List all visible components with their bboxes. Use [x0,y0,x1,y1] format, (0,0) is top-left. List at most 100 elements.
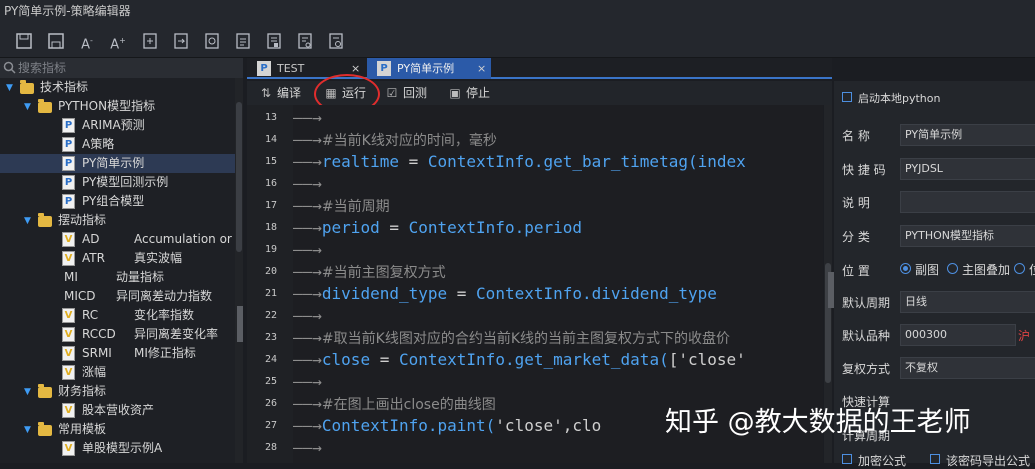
tree-folder[interactable]: ▼ 常用模板 [0,420,235,439]
font-decrease-icon[interactable]: A- [77,31,97,52]
name-field[interactable]: PY简单示例 [900,124,1035,146]
save-icon[interactable] [14,31,34,51]
tree-item[interactable]: V ATR 真实波幅 [0,249,235,268]
chevron-down-icon[interactable]: ▼ [24,387,34,397]
formula-file-icon: V [62,441,75,456]
search-field[interactable]: 搜索指标 [0,58,243,78]
code-token: dividend_type [321,284,448,303]
code-line[interactable]: ——→ [293,305,322,327]
code-token: = [398,152,428,171]
tree-item-label: MICD [64,289,96,303]
backtest-label: 回测 [403,86,428,100]
chevron-down-icon[interactable]: ▼ [24,102,34,112]
formula-file-icon: V [62,251,75,266]
tree-item[interactable]: P A策略 [0,135,235,154]
code-line[interactable]: ——→realtime = ContextInfo.get_bar_timeta… [293,151,746,173]
chevron-down-icon[interactable]: ▼ [24,216,34,226]
formula-file-icon: V [62,308,75,323]
import-icon[interactable] [140,31,160,51]
tree-folder[interactable]: ▼ 摆动指标 [0,211,235,230]
position-subchart-radio[interactable] [900,263,911,274]
code-line[interactable]: ——→ [293,437,322,459]
refresh-icon[interactable] [202,31,222,51]
adjust-label: 复权方式 [842,362,891,376]
tree-item[interactable]: V RCCD 异同离差变化率 [0,325,235,344]
code-line[interactable]: ——→ [293,107,322,129]
local-python-checkbox[interactable] [842,92,852,102]
code-line[interactable]: ——→close = ContextInfo.get_market_data([… [293,349,746,371]
tree-folder[interactable]: ▼ PYTHON模型指标 [0,97,235,116]
position-other-radio[interactable] [1014,263,1025,274]
sidebar-scrollbar[interactable] [235,78,243,463]
position-overlay-radio[interactable] [947,263,958,274]
tree-folder[interactable]: ▼ 财务指标 [0,382,235,401]
tree-folder[interactable]: ▼ 技术指标 [0,78,235,97]
tree-item-description: 异同离差变化率 [134,327,219,341]
tree-item-description: 真实波幅 [134,251,183,265]
font-increase-icon[interactable]: A+ [108,31,128,52]
tree-item[interactable]: V SRMI MI修正指标 [0,344,235,363]
save-as-icon[interactable] [46,31,66,51]
document-icon[interactable] [233,31,253,51]
line-number: 21 [264,288,277,299]
code-line[interactable]: ——→#当前主图复权方式 [293,261,446,283]
code-line[interactable]: ——→period = ContextInfo.period [293,217,582,239]
tree-item[interactable]: V RC 变化率指数 [0,306,235,325]
adjust-field[interactable]: 不复权 [900,357,1035,379]
close-icon[interactable]: × [477,58,486,79]
tree-item[interactable]: P PY组合模型 [0,192,235,211]
sidebar-scroll-thumb[interactable] [236,102,242,252]
tab-py-simple-example[interactable]: P PY简单示例 × [367,58,491,79]
code-line[interactable]: ——→ [293,173,322,195]
import-formula-label: 该密码导出公式 [946,454,1031,468]
tab-indent-arrow: ——→ [293,416,322,435]
tree-item[interactable]: V AD Accumulation or [0,230,235,249]
document3-icon[interactable] [295,31,315,51]
default-symbol-label: 默认品种 [842,329,891,343]
tree-item[interactable]: P PY简单示例 [0,154,235,173]
tree-item[interactable]: V 涨幅 [0,363,235,382]
compile-label: 编译 [277,86,302,100]
tree-item[interactable]: P ARIMA预测 [0,116,235,135]
category-field[interactable]: PYTHON模型指标 [900,225,1035,247]
code-token: 'close' [495,416,563,435]
tab-indent-arrow: ——→ [293,240,322,259]
chevron-down-icon[interactable]: ▼ [24,425,34,435]
description-field[interactable] [900,191,1035,213]
code-token: ContextInfo.period [408,218,582,237]
stop-button[interactable]: ▣ 停止 [446,84,490,102]
code-line[interactable]: ——→dividend_type = ContextInfo.dividend_… [293,283,717,305]
tree-item[interactable]: MICD 异同离差动力指数 [0,287,235,306]
indicator-tree: ▼ 技术指标 ▼ PYTHON模型指标 P ARIMA预测 P A策略 P PY简单示例 P PY模型… [0,78,235,463]
tab-label: TEST [277,62,305,75]
code-comment: #当前K线对应的时间，毫秒 [321,133,497,149]
tab-indent-arrow: ——→ [293,438,322,457]
default-symbol-field[interactable]: 000300 [900,324,1016,346]
compile-button[interactable]: ⇅ 编译 [257,84,301,102]
tree-item[interactable]: V 股本营收资产 [0,401,235,420]
code-token: = [447,284,477,303]
tree-item[interactable]: V 单股模型示例A [0,439,235,458]
tree-item[interactable]: MI 动量指标 [0,268,235,287]
export-icon[interactable] [171,31,191,51]
tab-indent-arrow: ——→ [293,196,322,215]
default-period-field[interactable]: 日线 [900,291,1035,313]
code-line[interactable]: ——→ [293,239,322,261]
code-line[interactable]: ——→ContextInfo.paint('close',clo [293,415,601,437]
name-label: 名 称 [842,129,870,143]
code-line[interactable]: ——→ [293,371,322,393]
line-number: 26 [264,398,277,409]
tab-indent-arrow: ——→ [293,328,322,347]
code-line[interactable]: ——→#取当前K线图对应的合约当前K线的当前主图复权方式下的收盘价 [293,327,730,349]
backtest-button[interactable]: ☑ 回测 [383,84,427,102]
document2-icon[interactable] [264,31,284,51]
code-line[interactable]: ——→#当前K线对应的时间，毫秒 [293,129,497,151]
code-token: = [370,350,399,369]
document4-icon[interactable] [326,31,346,51]
shortcut-field[interactable]: PYJDSL [900,158,1035,180]
sidebar-collapse-handle[interactable] [237,306,243,342]
code-line[interactable]: ——→#在图上画出close的曲线图 [293,393,496,415]
chevron-down-icon[interactable]: ▼ [6,83,16,93]
code-line[interactable]: ——→#当前周期 [293,195,390,217]
tree-item[interactable]: P PY模型回测示例 [0,173,235,192]
